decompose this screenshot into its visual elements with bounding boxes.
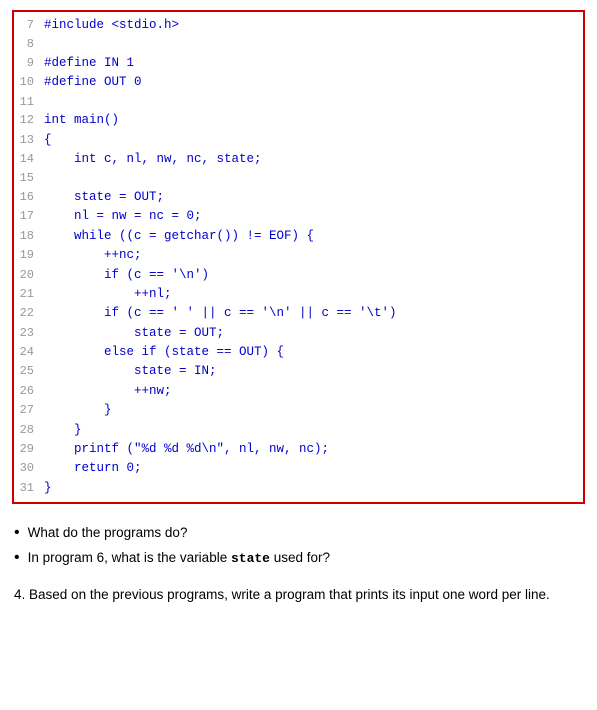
question-text-2-pre: In program 6, what is the variable [28,550,231,565]
code-line: 13{ [14,131,583,150]
line-content: { [44,131,52,150]
line-number: 30 [14,459,44,478]
bullet-icon-1: • [14,522,20,544]
line-content: ++nw; [44,382,172,401]
code-line: 14 int c, nl, nw, nc, state; [14,150,583,169]
line-number: 20 [14,266,44,285]
line-number: 15 [14,169,44,188]
question-text-2: In program 6, what is the variable state… [28,547,330,570]
line-number: 21 [14,285,44,304]
code-line: 19 ++nc; [14,246,583,265]
line-content: state = OUT; [44,324,224,343]
code-line: 11 [14,93,583,112]
code-line: 16 state = OUT; [14,188,583,207]
line-number: 17 [14,207,44,226]
line-number: 23 [14,324,44,343]
line-content: } [44,421,82,440]
code-block: 7#include <stdio.h>89#define IN 110#defi… [14,12,583,502]
line-number: 18 [14,227,44,246]
line-number: 16 [14,188,44,207]
code-line: 22 if (c == ' ' || c == '\n' || c == '\t… [14,304,583,323]
line-content: state = IN; [44,362,217,381]
question-numbered-text: Based on the previous programs, write a … [29,587,550,602]
numbered-question-4: 4. Based on the previous programs, write… [14,584,583,606]
line-content: while ((c = getchar()) != EOF) { [44,227,314,246]
line-content: } [44,479,52,498]
line-content: ++nc; [44,246,142,265]
question-text-2-post: used for? [270,550,330,565]
questions-section: • What do the programs do? • In program … [14,522,583,606]
code-line: 17 nl = nw = nc = 0; [14,207,583,226]
bullet-question-2: • In program 6, what is the variable sta… [14,547,583,570]
line-content: ++nl; [44,285,172,304]
bullet-icon-2: • [14,547,20,569]
line-content: if (c == '\n') [44,266,209,285]
code-line: 18 while ((c = getchar()) != EOF) { [14,227,583,246]
code-line: 24 else if (state == OUT) { [14,343,583,362]
code-block-container: 7#include <stdio.h>89#define IN 110#defi… [12,10,585,504]
line-content: return 0; [44,459,142,478]
line-content: if (c == ' ' || c == '\n' || c == '\t') [44,304,397,323]
line-content: #include <stdio.h> [44,16,179,35]
line-number: 12 [14,111,44,130]
code-line: 9#define IN 1 [14,54,583,73]
code-line: 10#define OUT 0 [14,73,583,92]
code-line: 7#include <stdio.h> [14,16,583,35]
line-number: 22 [14,304,44,323]
code-line: 23 state = OUT; [14,324,583,343]
line-content: state = OUT; [44,188,164,207]
question-text-1: What do the programs do? [28,522,188,545]
line-number: 28 [14,421,44,440]
line-number: 13 [14,131,44,150]
line-content: } [44,401,112,420]
line-number: 8 [14,35,44,54]
code-line: 12int main() [14,111,583,130]
line-content: int c, nl, nw, nc, state; [44,150,262,169]
line-number: 29 [14,440,44,459]
line-number: 11 [14,93,44,112]
line-number: 25 [14,362,44,381]
code-line: 29 printf ("%d %d %d\n", nl, nw, nc); [14,440,583,459]
code-line: 27 } [14,401,583,420]
line-number: 9 [14,54,44,73]
line-number: 19 [14,246,44,265]
state-code: state [231,551,270,566]
code-line: 26 ++nw; [14,382,583,401]
line-content: int main() [44,111,119,130]
line-number: 14 [14,150,44,169]
line-content: #define OUT 0 [44,73,142,92]
question-number: 4. [14,587,25,602]
line-content: nl = nw = nc = 0; [44,207,202,226]
bullet-question-1: • What do the programs do? [14,522,583,545]
line-number: 10 [14,73,44,92]
line-content: #define IN 1 [44,54,134,73]
line-number: 24 [14,343,44,362]
code-line: 8 [14,35,583,54]
line-number: 27 [14,401,44,420]
code-line: 20 if (c == '\n') [14,266,583,285]
line-number: 31 [14,479,44,498]
line-content: printf ("%d %d %d\n", nl, nw, nc); [44,440,329,459]
line-content: else if (state == OUT) { [44,343,284,362]
line-number: 7 [14,16,44,35]
code-line: 31} [14,479,583,498]
code-line: 21 ++nl; [14,285,583,304]
code-line: 28 } [14,421,583,440]
code-line: 15 [14,169,583,188]
code-line: 25 state = IN; [14,362,583,381]
line-number: 26 [14,382,44,401]
code-line: 30 return 0; [14,459,583,478]
